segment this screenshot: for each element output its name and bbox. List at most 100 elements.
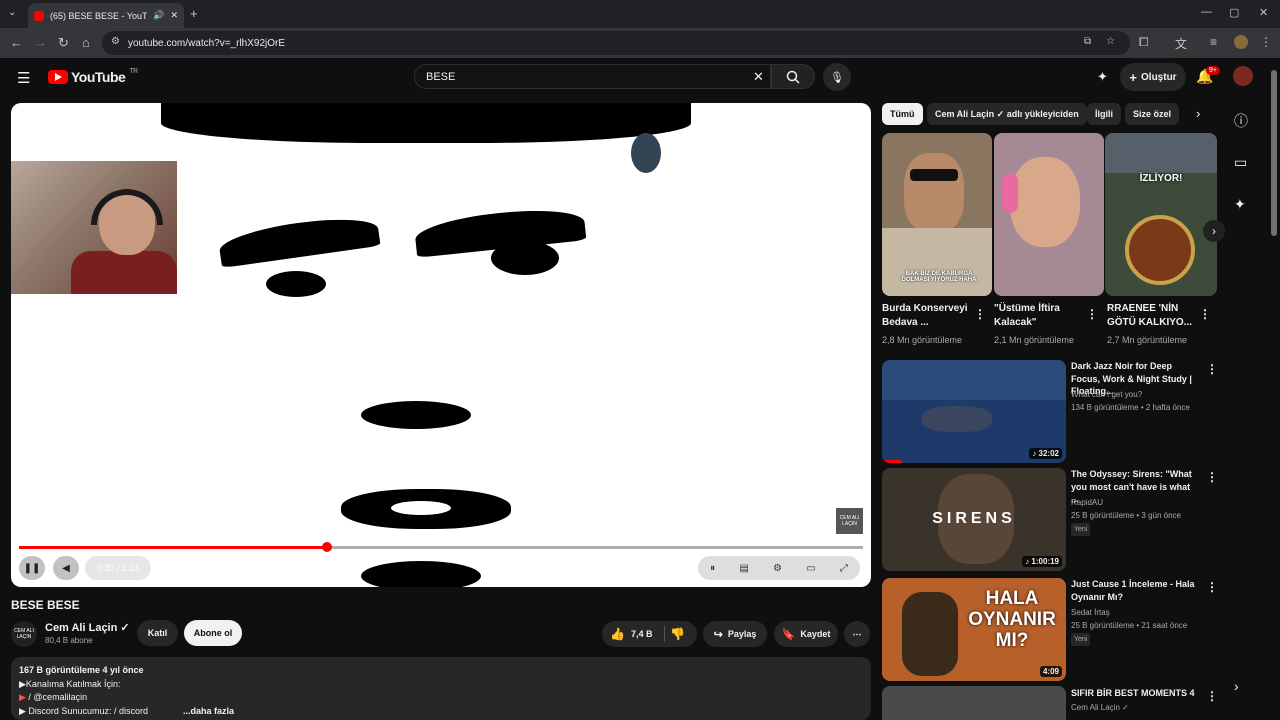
clear-search-icon[interactable]: ✕ [753,69,764,85]
media-controls-icon[interactable]: ≡ [1210,35,1217,49]
share-button[interactable]: ↪ Paylaş [703,621,767,647]
browser-toolbar: ← → ↻ ⌂ ⚙ youtube.com/watch?v=_rlhX92jOr… [0,28,1280,58]
more-actions-button[interactable]: ⋯ [844,621,870,647]
short-2-face [1010,157,1080,247]
theater-mode-icon[interactable]: ▭ [806,563,815,574]
related-4-channel[interactable]: Cem Ali Laçin ✓ [1071,702,1129,713]
address-bar[interactable]: ⚙ youtube.com/watch?v=_rlhX92jOrE ⧉ ☆ [102,31,1130,55]
fullscreen-icon[interactable]: ⤢ [840,563,848,574]
short-2-title[interactable]: "Üstüme İftira Kalacak" [994,302,1086,330]
search-input[interactable]: BESE ✕ [414,64,771,89]
related-thumb-2[interactable]: SIRENS ♪ 1:00:19 [882,468,1066,571]
account-avatar[interactable] [1233,66,1253,86]
channel-name[interactable]: Cem Ali Laçin ✓ [45,621,130,634]
search-button[interactable] [771,64,815,89]
progress-bar[interactable] [19,542,863,552]
reload-icon[interactable]: ↻ [58,35,69,51]
window-close-icon[interactable]: ✕ [1259,6,1268,19]
video-frame-right-eye [491,241,559,275]
short-3-menu-icon[interactable]: ⋮ [1199,307,1211,321]
tab-close-icon[interactable]: ✕ [170,10,178,21]
browser-tab-bar: ⌄ (65) BESE BESE - YouTube 🔊 ✕ + — ▢ ✕ [0,0,1280,28]
maximize-icon[interactable]: ▢ [1229,6,1239,19]
short-2-menu-icon[interactable]: ⋮ [1086,307,1098,321]
progress-scrubber[interactable] [322,542,333,552]
hamburger-menu-icon[interactable]: ☰ [17,69,30,87]
bookmark-star-icon[interactable]: ☆ [1106,36,1115,47]
related-2-stats: 25 B görüntüleme • 3 gün önce [1071,511,1181,520]
subscribe-button[interactable]: Abone ol [184,620,242,646]
logo-text: YouTube [71,69,126,85]
related-1-menu-icon[interactable]: ⋮ [1206,362,1218,376]
short-3-title[interactable]: RRAENEE 'NİN GÖTÜ KALKIYO... [1107,302,1199,330]
join-button[interactable]: Katıl [137,620,178,646]
like-icon[interactable]: 👍 [610,627,625,641]
save-button[interactable]: 🔖 Kaydet [774,621,838,647]
like-count[interactable]: 7,4 B [631,629,653,639]
related-3-meta: Sedat İrtaş 25 B görüntüleme • 21 saat ön… [1071,607,1187,646]
browser-tab[interactable]: (65) BESE BESE - YouTube 🔊 ✕ [28,3,184,28]
short-1-views: 2,8 Mn görüntüleme [882,335,963,345]
chat-icon[interactable]: ▭ [1234,154,1247,171]
speaker-icon[interactable]: 🔊 [153,10,164,21]
dislike-icon[interactable]: 👎 [670,627,685,641]
create-button[interactable]: + Oluştur [1120,63,1186,91]
mute-button[interactable]: ◀ [53,556,79,580]
short-thumb-2[interactable] [994,133,1104,296]
related-thumb-1[interactable]: ♪ 32:02 [882,360,1066,463]
side-panel-chevron-icon[interactable]: › [1234,678,1239,694]
shorts-next-chevron-icon[interactable]: › [1203,220,1225,242]
extensions-icon[interactable]: ⧠ [1139,35,1149,50]
page-scrollbar[interactable] [1271,70,1277,236]
browser-menu-icon[interactable]: ⋮ [1260,35,1272,49]
chip-all[interactable]: Tümü [882,103,923,125]
related-4-title[interactable]: SIFIR BİR BEST MOMENTS 4 [1071,687,1199,700]
chip-uploader[interactable]: Cem Ali Laçin ✓ adlı yükleyiciden [927,103,1087,125]
site-info-icon[interactable]: ⚙ [111,36,120,47]
related-4-menu-icon[interactable]: ⋮ [1206,689,1218,703]
back-icon[interactable]: ← [10,35,23,50]
related-3-title[interactable]: Just Cause 1 İnceleme - Hala Oynanır Mı? [1071,578,1199,603]
description-box[interactable]: 167 B görüntüleme 4 yıl önce ▶Kanalıma K… [11,657,871,720]
voice-search-button[interactable]: 🎙 [823,63,851,91]
translate-icon[interactable]: 文 [1175,35,1187,52]
ai-sparkle-icon[interactable]: ✦ [1234,196,1246,213]
chips-next-chevron-icon[interactable]: › [1196,106,1200,121]
short-1-menu-icon[interactable]: ⋮ [974,307,986,321]
related-2-menu-icon[interactable]: ⋮ [1206,470,1218,484]
install-app-icon[interactable]: ⧉ [1084,36,1091,47]
profile-avatar[interactable] [1234,35,1248,49]
related-3-channel[interactable]: Sedat İrtaş [1071,607,1187,618]
short-thumb-1[interactable]: BAK BİZ DE KABURGA DOLMASI YİYORUZ HAHA [882,133,992,296]
related-3-menu-icon[interactable]: ⋮ [1206,580,1218,594]
create-label: Oluştur [1141,71,1177,83]
forward-icon[interactable]: → [34,35,47,50]
related-1-channel[interactable]: What can I get you? [1071,389,1190,400]
autoplay-toggle-icon[interactable]: ⏸ [710,563,715,574]
tab-search-icon[interactable]: ⌄ [8,7,16,18]
new-tab-icon[interactable]: + [190,6,198,21]
minimize-icon[interactable]: — [1201,6,1212,18]
short-thumb-3[interactable]: İZLİYOR! [1105,133,1217,296]
chip-related[interactable]: İlgili [1087,103,1121,125]
chip-for-you[interactable]: Size özel [1125,103,1180,125]
show-more-link[interactable]: ...daha fazla [183,705,234,719]
settings-gear-icon[interactable]: ⚙ [773,563,782,574]
youtube-logo[interactable]: YouTube TR [48,68,138,85]
cast-icon[interactable]: ✦ [1097,69,1108,85]
related-thumb-3[interactable]: HALA OYNANIR MI? 4:09 [882,578,1066,681]
plus-icon: + [1129,69,1138,85]
channel-watermark[interactable]: CEM ALI LAÇIN [836,508,863,534]
short-1-title[interactable]: Burda Konserveyi Bedava ... [882,302,974,330]
channel-avatar[interactable]: CEM ALI LAÇIN [11,621,37,647]
video-player[interactable]: CEM ALI LAÇIN ❚❚ ◀ 0:30 / 1:24 ⏸ ▤ ⚙ ▭ ⤢ [11,103,871,587]
description-link[interactable]: / @cemalilaçin [26,692,87,702]
pause-button[interactable]: ❚❚ [19,556,45,580]
description-line-3-row: ▶ Discord Sunucumuz: / discord ...daha f… [19,705,863,719]
related-2-channel[interactable]: RapidAU [1071,497,1181,508]
related-1-stats: 134 B görüntüleme • 2 hafta önce [1071,403,1190,412]
info-icon[interactable]: ⓘ [1234,111,1248,131]
subtitles-icon[interactable]: ▤ [739,563,748,574]
home-icon[interactable]: ⌂ [82,35,90,50]
related-thumb-4[interactable] [882,686,1066,720]
